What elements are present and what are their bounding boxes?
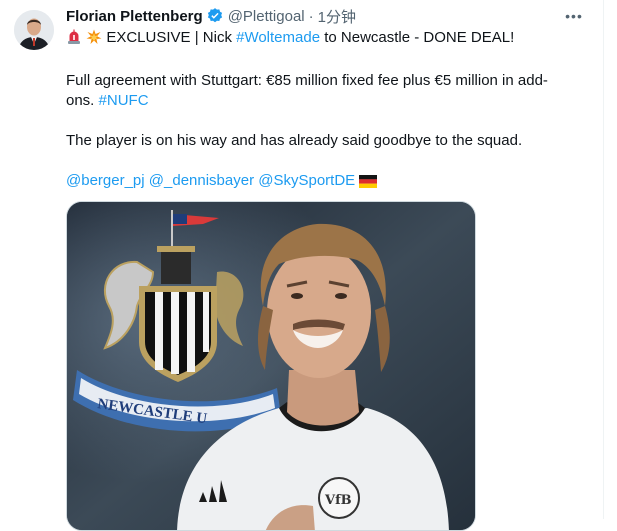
mention-berger[interactable]: @berger_pj	[66, 172, 145, 189]
germany-flag-emoji-icon	[359, 174, 378, 194]
headline-suffix: to Newcastle - DONE DEAL!	[320, 29, 515, 46]
post-time[interactable]: 1分钟	[318, 6, 356, 27]
collision-emoji-icon	[86, 29, 102, 51]
paragraph-fee: Full agreement with Stuttgart: €85 milli…	[66, 71, 586, 111]
badge-text: VfB	[324, 493, 352, 508]
siren-emoji-icon	[66, 29, 82, 51]
hashtag-woltemade[interactable]: #Woltemade	[236, 29, 320, 46]
tweet-media-image[interactable]: NEWCASTLE U VfB	[66, 201, 476, 531]
tweet-card[interactable]: Florian Plettenberg @Plettigoal · 1分钟 ••…	[0, 0, 604, 531]
author-name[interactable]: Florian Plettenberg	[66, 8, 203, 25]
vfb-badge-icon: VfB	[318, 477, 360, 519]
author-handle[interactable]: @Plettigoal	[228, 8, 305, 25]
more-options-icon[interactable]: •••	[563, 7, 585, 25]
avatar[interactable]	[14, 10, 54, 50]
paragraph-status: The player is on his way and has already…	[66, 132, 523, 149]
verified-badge-icon	[206, 7, 224, 25]
mention-dennisbayer[interactable]: @_dennisbayer	[149, 172, 254, 189]
dot-separator: ·	[308, 7, 314, 25]
fee-line-2: ons.	[66, 92, 99, 109]
headline: EXCLUSIVE | Nick #Woltemade to Newcastle…	[66, 28, 586, 51]
tweet-text: EXCLUSIVE | Nick #Woltemade to Newcastle…	[66, 28, 586, 194]
mentions-line: @berger_pj @_dennisbayer @SkySportDE	[66, 171, 586, 194]
hashtag-nufc[interactable]: #NUFC	[99, 92, 149, 109]
headline-prefix: EXCLUSIVE | Nick	[106, 29, 237, 46]
mention-skysport[interactable]: @SkySportDE	[258, 172, 355, 189]
fee-line-1: Full agreement with Stuttgart: €85 milli…	[66, 72, 548, 89]
tweet-header: Florian Plettenberg @Plettigoal · 1分钟	[66, 6, 356, 26]
